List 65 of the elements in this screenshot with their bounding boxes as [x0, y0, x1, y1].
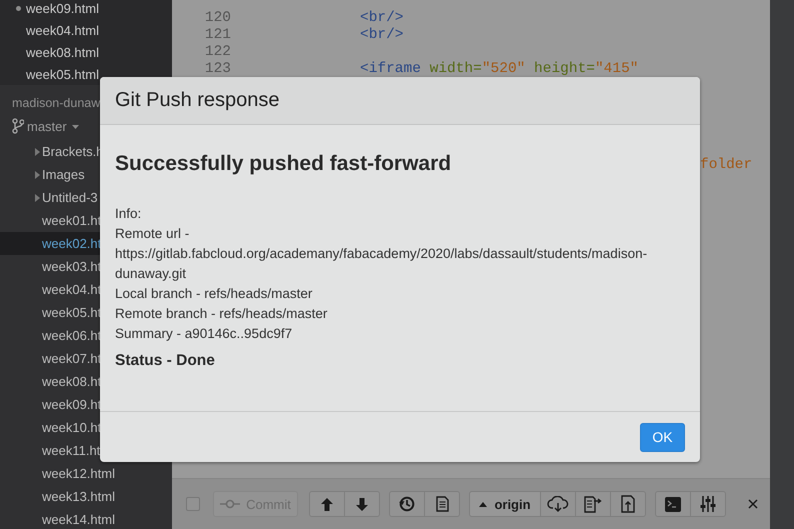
- file-item[interactable]: week01.ht: [42, 213, 102, 228]
- history-button[interactable]: [389, 491, 425, 517]
- file-history-button[interactable]: [424, 491, 460, 517]
- terminal-button[interactable]: [655, 491, 691, 517]
- info-text: Remote branch - refs/heads/master: [115, 305, 328, 323]
- settings-button[interactable]: [690, 491, 726, 517]
- file-item[interactable]: week10.ht: [42, 420, 102, 435]
- expand-arrow-icon: [35, 194, 40, 202]
- cloud-download-icon: [547, 496, 569, 512]
- commit-icon: [220, 499, 240, 509]
- working-file[interactable]: week08.html: [26, 44, 99, 60]
- expand-arrow-icon: [35, 148, 40, 156]
- status-text: Status - Done: [115, 352, 216, 370]
- file-item[interactable]: week14.html: [42, 512, 115, 527]
- file-item[interactable]: week06.ht: [42, 328, 102, 343]
- document-upload-button[interactable]: [610, 491, 646, 517]
- close-icon[interactable]: [748, 499, 758, 509]
- code-line: <iframe width="520" height="415": [360, 60, 638, 76]
- document-export-icon-button[interactable]: [575, 491, 611, 517]
- result-heading: Successfully pushed fast-forward: [115, 152, 452, 176]
- line-number: 122: [204, 44, 231, 60]
- terminal-icon: [665, 496, 681, 512]
- caret-down-icon: [72, 124, 79, 128]
- working-file[interactable]: week04.html: [26, 22, 99, 38]
- info-text: Info:: [115, 205, 142, 223]
- file-item[interactable]: week08.ht: [42, 374, 102, 389]
- file-item[interactable]: week05.ht: [42, 305, 102, 320]
- file-item[interactable]: week12.html: [42, 466, 115, 481]
- file-item[interactable]: week07.ht: [42, 351, 102, 366]
- folder-item[interactable]: Images: [42, 167, 85, 182]
- branch-icon: [12, 118, 24, 134]
- code-text: folder: [700, 157, 752, 173]
- file-item[interactable]: week02.ht: [42, 236, 102, 251]
- caret-up-icon: [479, 502, 488, 506]
- expand-arrow-icon: [35, 170, 40, 178]
- file-item[interactable]: week03.ht: [42, 259, 102, 274]
- fetch-button[interactable]: [540, 491, 576, 517]
- push-button[interactable]: [344, 491, 380, 517]
- working-file[interactable]: week05.html: [26, 66, 99, 82]
- info-text: Remote url -: [115, 225, 190, 243]
- line-number: 123: [204, 60, 231, 76]
- remote-dropdown[interactable]: origin: [469, 491, 541, 517]
- file-item[interactable]: week11.ht: [42, 443, 100, 458]
- document-arrow-icon: [584, 496, 602, 512]
- down-arrow-icon: [356, 498, 368, 510]
- code-line: <br/>: [360, 26, 404, 42]
- working-file[interactable]: week09.html: [26, 0, 99, 16]
- info-text: https://gitlab.fabcloud.org/academany/fabacademy/2020/labs/dassault/students/madison-dunaway.git: [115, 245, 648, 283]
- dialog-title: Git Push response: [115, 89, 280, 112]
- line-number: 121: [204, 26, 231, 42]
- info-text: Local branch - refs/heads/master: [115, 285, 314, 303]
- info-text: Summary - a90146c..95dc9f7: [115, 325, 294, 343]
- up-arrow-icon: [321, 498, 333, 510]
- ok-button[interactable]: OK: [640, 422, 685, 452]
- document-icon: [436, 496, 448, 512]
- file-item[interactable]: week13.html: [42, 489, 115, 504]
- folder-item[interactable]: Untitled-3: [42, 190, 98, 205]
- file-item[interactable]: week09.ht: [42, 397, 102, 412]
- code-line: <br/>: [360, 10, 404, 26]
- file-item[interactable]: week04.ht: [42, 282, 102, 297]
- branch-dropdown[interactable]: master: [27, 118, 79, 134]
- pull-button[interactable]: [309, 491, 345, 517]
- line-number: 120: [204, 10, 231, 26]
- sliders-icon: [700, 496, 716, 512]
- history-icon: [399, 496, 415, 512]
